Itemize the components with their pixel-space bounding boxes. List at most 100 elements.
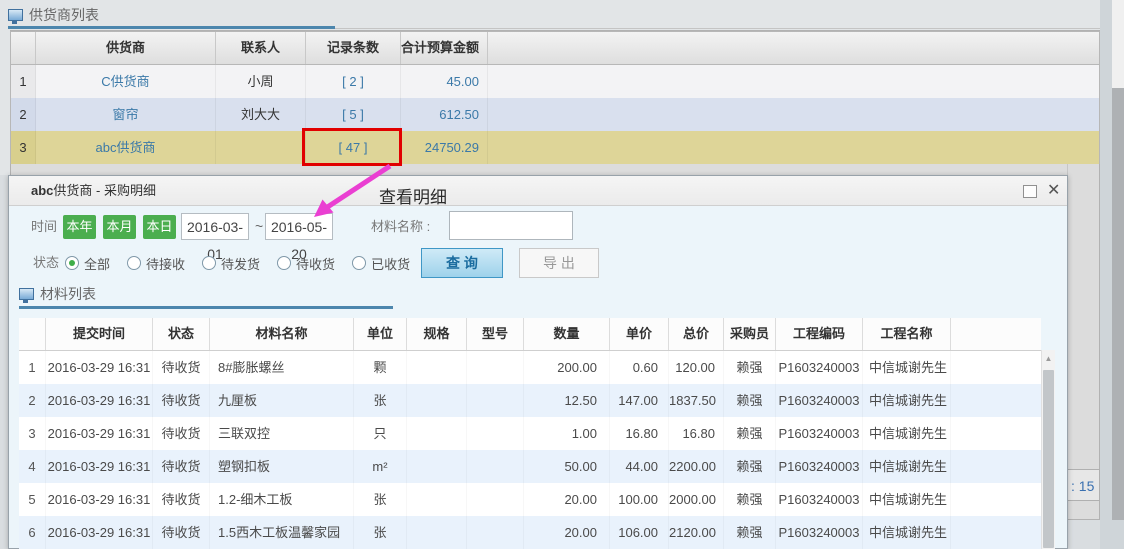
header-spec: 规格 bbox=[407, 318, 467, 350]
material-row[interactable]: 32016-03-29 16:31待收货三联双控只1.0016.8016.80赖… bbox=[19, 417, 1041, 450]
screen: : 15 供货商列表 供货商 联系人 记录条数 合计预算金额 1C供货商小周[ … bbox=[0, 0, 1124, 549]
radio-icon bbox=[352, 256, 366, 270]
unit-price-cell: 100.00 bbox=[610, 483, 669, 516]
budget-amount-cell: 45.00 bbox=[401, 65, 488, 98]
header-unit: 单位 bbox=[354, 318, 407, 350]
header-index bbox=[19, 318, 46, 350]
radio-pending-ship-label: 待发货 bbox=[221, 254, 260, 273]
record-count-link[interactable]: [ 5 ] bbox=[306, 98, 401, 131]
material-name-input[interactable] bbox=[449, 211, 573, 240]
status-cell: 待收货 bbox=[153, 516, 210, 549]
radio-all-label: 全部 bbox=[84, 254, 110, 273]
supplier-name-link[interactable]: C供货商 bbox=[36, 65, 216, 98]
tab-material-list[interactable]: 材料列表 bbox=[19, 284, 96, 304]
header-total-price: 总价 bbox=[669, 318, 724, 350]
filler-cell bbox=[951, 417, 1041, 450]
budget-amount-cell: 612.50 bbox=[401, 98, 488, 131]
project-code-cell: P1603240003 bbox=[776, 516, 863, 549]
submit-time-cell: 2016-03-29 16:31 bbox=[46, 351, 153, 384]
header-model: 型号 bbox=[467, 318, 524, 350]
status-cell: 待收货 bbox=[153, 351, 210, 384]
quick-button-this-month[interactable]: 本月 bbox=[103, 215, 136, 239]
unit-price-cell: 106.00 bbox=[610, 516, 669, 549]
unit-cell: 张 bbox=[354, 516, 407, 549]
filler-cell bbox=[951, 450, 1041, 483]
page-right-scroll-strip[interactable] bbox=[1112, 88, 1124, 520]
total-price-cell: 1837.50 bbox=[669, 384, 724, 417]
radio-all[interactable]: 全部 bbox=[65, 254, 110, 273]
supplier-name-link[interactable]: 窗帘 bbox=[36, 98, 216, 131]
material-row[interactable]: 12016-03-29 16:31待收货8#膨胀螺丝颗200.000.60120… bbox=[19, 351, 1041, 384]
date-from-input[interactable]: 2016-03-01 bbox=[181, 213, 249, 240]
quick-button-this-year[interactable]: 本年 bbox=[63, 215, 96, 239]
tab-line-extension bbox=[335, 28, 1100, 29]
project-name-cell: 中信城谢先生 bbox=[863, 351, 951, 384]
material-row[interactable]: 42016-03-29 16:31待收货塑钢扣板m²50.0044.002200… bbox=[19, 450, 1041, 483]
record-count-link[interactable]: [ 2 ] bbox=[306, 65, 401, 98]
material-row[interactable]: 52016-03-29 16:31待收货1.2-细木工板张20.00100.00… bbox=[19, 483, 1041, 516]
date-range-separator: ~ bbox=[255, 213, 263, 240]
filler-cell bbox=[951, 384, 1041, 417]
quantity-cell: 20.00 bbox=[524, 516, 610, 549]
close-icon[interactable]: ✕ bbox=[1047, 181, 1060, 201]
project-code-cell: P1603240003 bbox=[776, 417, 863, 450]
filler-cell bbox=[951, 516, 1041, 549]
radio-pending-ship[interactable]: 待发货 bbox=[202, 254, 260, 273]
material-name-cell: 8#膨胀螺丝 bbox=[210, 351, 354, 384]
row-index: 2 bbox=[19, 384, 46, 417]
quick-button-today[interactable]: 本日 bbox=[143, 215, 176, 239]
unit-price-cell: 16.80 bbox=[610, 417, 669, 450]
material-row[interactable]: 62016-03-29 16:31待收货1.5西木工板温馨家园张20.00106… bbox=[19, 516, 1041, 549]
unit-cell: 张 bbox=[354, 384, 407, 417]
purchaser-cell: 赖强 bbox=[724, 384, 776, 417]
supplier-row[interactable]: 3abc供货商[ 47 ]24750.29 bbox=[10, 131, 1100, 164]
purchaser-cell: 赖强 bbox=[724, 516, 776, 549]
purchaser-cell: 赖强 bbox=[724, 351, 776, 384]
supplier-name-link[interactable]: abc供货商 bbox=[36, 131, 216, 164]
total-price-cell: 2120.00 bbox=[669, 516, 724, 549]
project-name-cell: 中信城谢先生 bbox=[863, 384, 951, 417]
table-scrollbar[interactable]: ▲ bbox=[1041, 350, 1055, 549]
project-name-cell: 中信城谢先生 bbox=[863, 417, 951, 450]
budget-amount-cell: 24750.29 bbox=[401, 131, 488, 164]
status-cell: 待收货 bbox=[153, 384, 210, 417]
maximize-icon[interactable] bbox=[1023, 185, 1037, 198]
row-index: 6 bbox=[19, 516, 46, 549]
tab-underline bbox=[8, 26, 335, 29]
supplier-row[interactable]: 2窗帘刘大大[ 5 ]612.50 bbox=[10, 98, 1100, 131]
export-button[interactable]: 导 出 bbox=[519, 248, 599, 278]
monitor-icon bbox=[19, 288, 34, 300]
spec-cell bbox=[407, 516, 467, 549]
query-button[interactable]: 查 询 bbox=[421, 248, 503, 278]
radio-icon bbox=[202, 256, 216, 270]
page-size-fragment: : 15 bbox=[1067, 469, 1100, 501]
tab-supplier-list[interactable]: 供货商列表 bbox=[8, 4, 99, 26]
model-cell bbox=[467, 351, 524, 384]
header-material-name: 材料名称 bbox=[210, 318, 354, 350]
radio-icon bbox=[127, 256, 141, 270]
project-name-cell: 中信城谢先生 bbox=[863, 483, 951, 516]
header-total-budget: 合计预算金额 bbox=[401, 32, 488, 64]
modal-titlebar[interactable]: abc供货商 - 采购明细 ✕ bbox=[9, 176, 1067, 206]
radio-received[interactable]: 已收货 bbox=[352, 254, 410, 273]
row-index: 3 bbox=[11, 131, 36, 164]
scroll-up-icon[interactable]: ▲ bbox=[1042, 352, 1055, 366]
material-row[interactable]: 22016-03-29 16:31待收货九厘板张12.50147.001837.… bbox=[19, 384, 1041, 417]
row-index: 2 bbox=[11, 98, 36, 131]
project-code-cell: P1603240003 bbox=[776, 450, 863, 483]
supplier-row[interactable]: 1C供货商小周[ 2 ]45.00 bbox=[10, 65, 1100, 98]
filler-cell bbox=[488, 65, 1099, 98]
header-supplier: 供货商 bbox=[36, 32, 216, 64]
project-code-cell: P1603240003 bbox=[776, 384, 863, 417]
quantity-cell: 1.00 bbox=[524, 417, 610, 450]
unit-cell: m² bbox=[354, 450, 407, 483]
scrollbar-thumb[interactable] bbox=[1043, 370, 1054, 548]
material-table: 提交时间 状态 材料名称 单位 规格 型号 数量 单价 总价 采购员 工程编码 … bbox=[19, 318, 1041, 549]
radio-pending-accept[interactable]: 待接收 bbox=[127, 254, 185, 273]
radio-pending-receive[interactable]: 待收货 bbox=[277, 254, 335, 273]
header-project-name: 工程名称 bbox=[863, 318, 951, 350]
quantity-cell: 20.00 bbox=[524, 483, 610, 516]
total-price-cell: 120.00 bbox=[669, 351, 724, 384]
material-name-cell: 塑钢扣板 bbox=[210, 450, 354, 483]
unit-cell: 颗 bbox=[354, 351, 407, 384]
